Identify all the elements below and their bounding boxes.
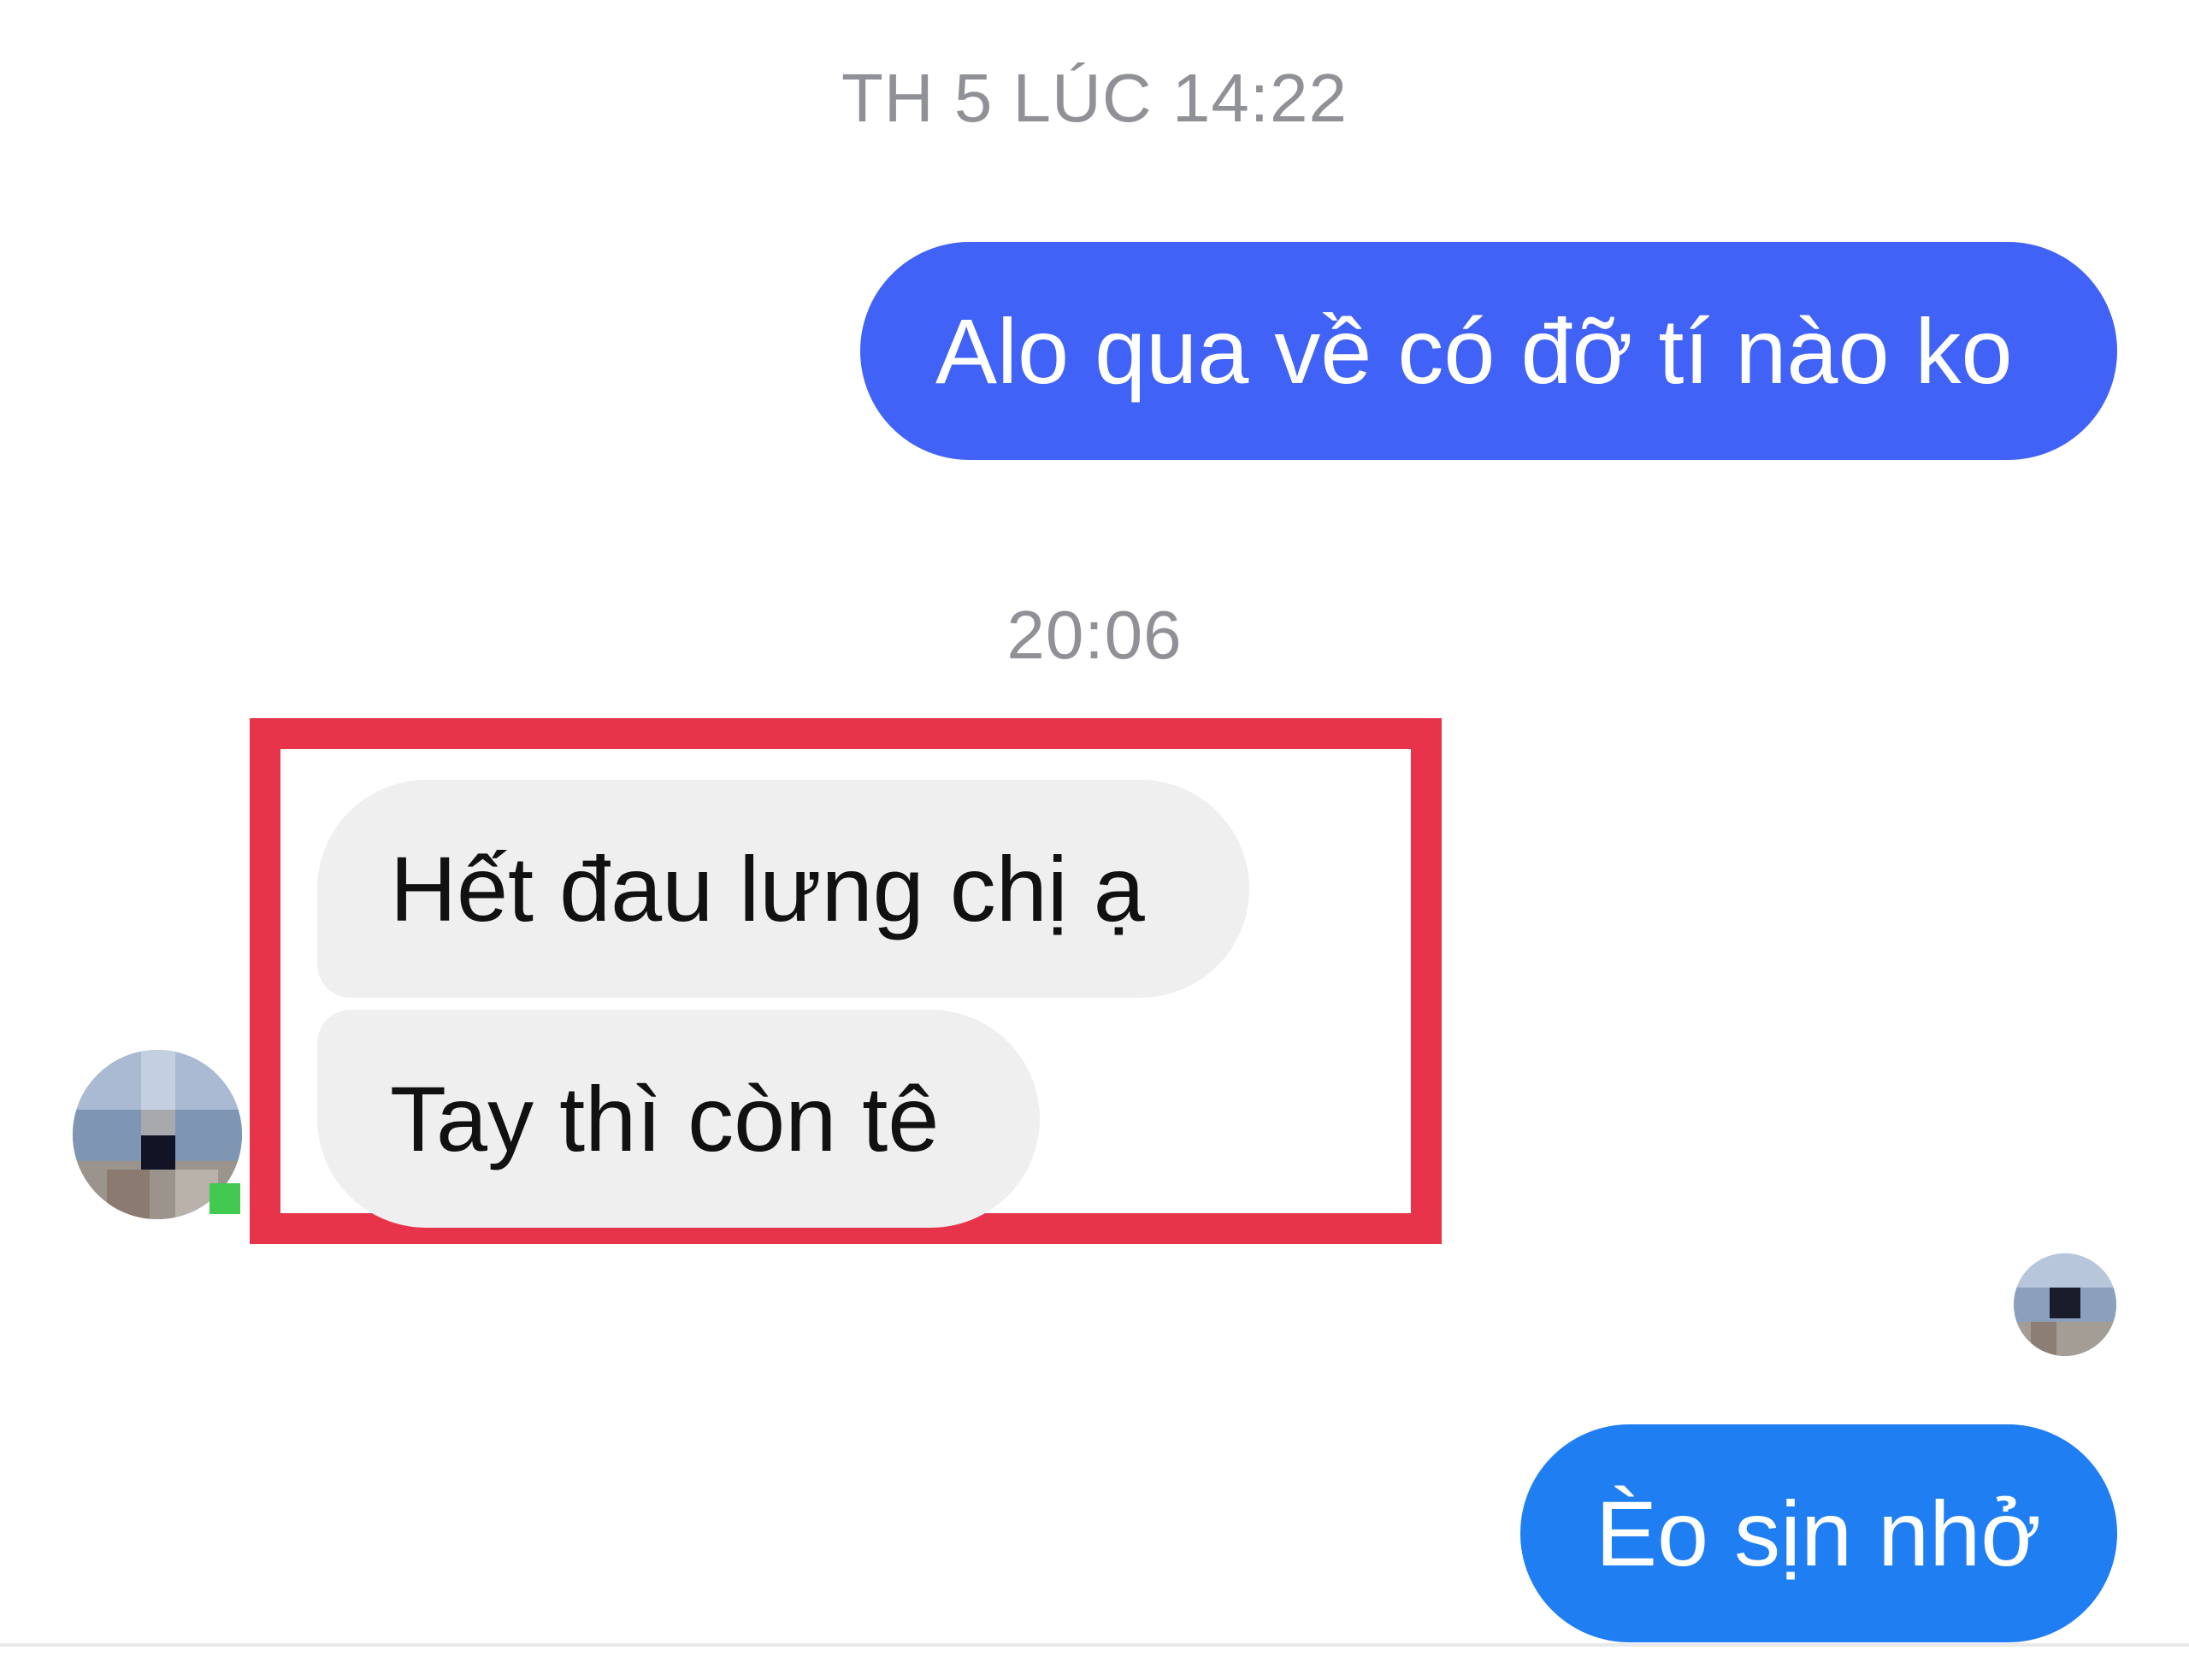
message-text: Tay thì còn tê [390, 1066, 940, 1170]
timestamp-divider: TH 5 LÚC 14:22 [841, 60, 1348, 136]
online-status-icon [209, 1183, 240, 1214]
message-text: Alo qua về có đỡ tí nào ko [935, 298, 2013, 403]
received-message-bubble[interactable]: Tay thì còn tê [317, 1010, 1040, 1228]
received-message-bubble[interactable]: Hết đau lưng chị ạ [317, 780, 1249, 998]
sent-message-bubble[interactable]: Alo qua về có đỡ tí nào ko [860, 242, 2117, 460]
sent-message-bubble[interactable]: Èo sịn nhở [1520, 1424, 2117, 1642]
message-text: Hết đau lưng chị ạ [390, 836, 1145, 940]
timestamp-divider: 20:06 [1006, 597, 1183, 673]
seen-avatar-icon [2014, 1253, 2116, 1356]
message-text: Èo sịn nhở [1596, 1481, 2042, 1585]
composer-divider [0, 1643, 2189, 1647]
